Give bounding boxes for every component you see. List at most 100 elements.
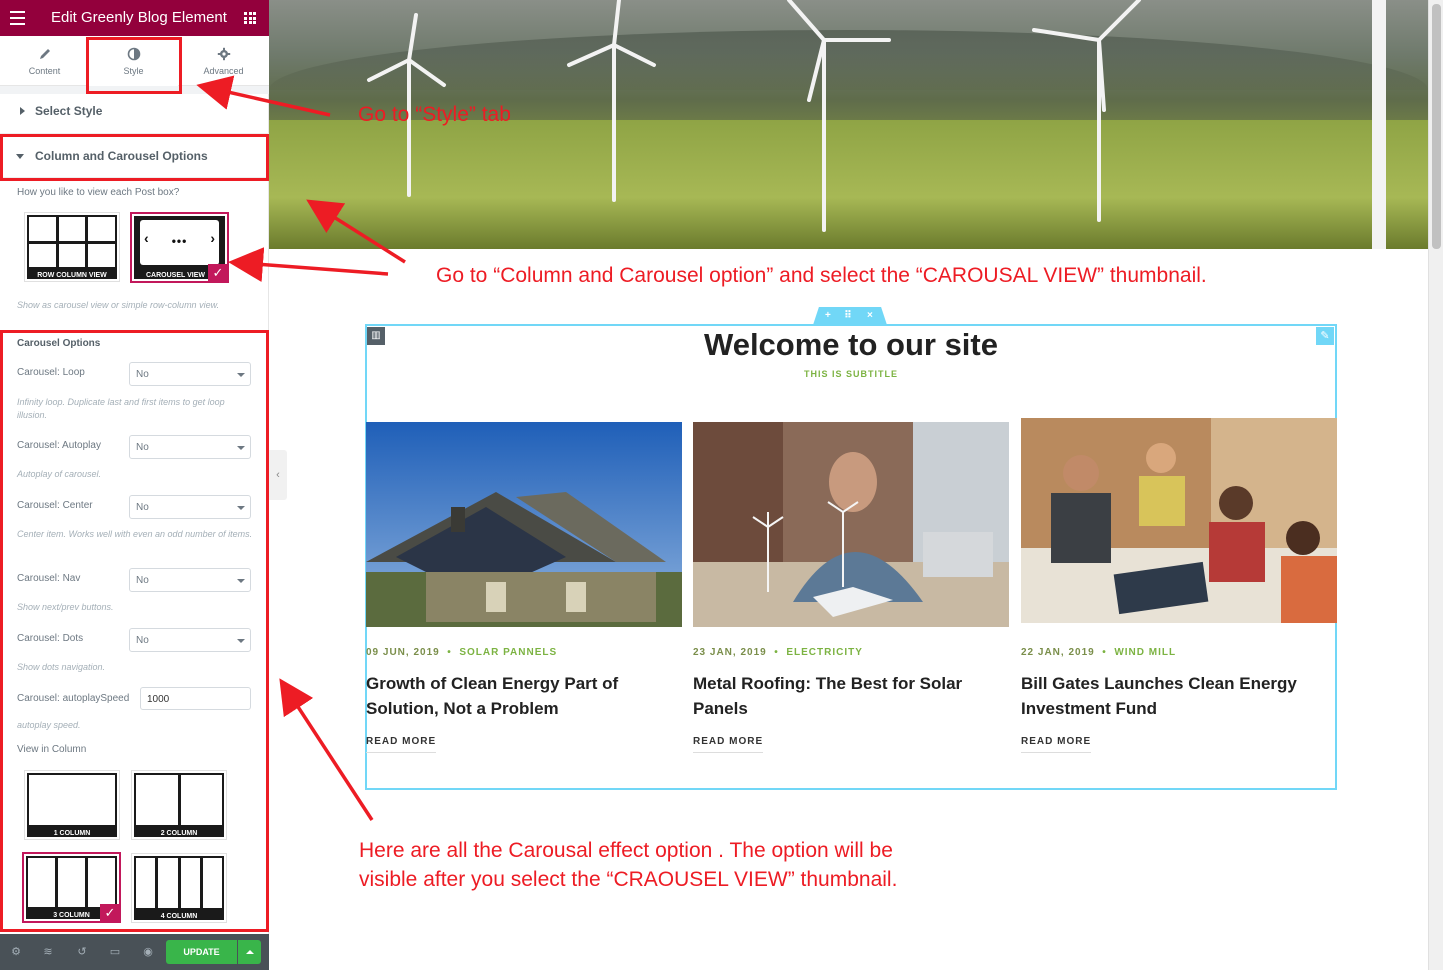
column-preview [29,775,115,825]
one-column-label: 1 COLUMN [53,830,91,837]
read-more-link[interactable]: READ MORE [693,736,764,753]
four-column-label: 4 COLUMN [160,913,198,920]
one-column-thumb[interactable]: 1 COLUMN [24,770,120,840]
gear-icon [217,47,230,61]
nav-select[interactable]: No [129,568,251,592]
post-meta: 22 JAN, 2019 • WIND MILL [1021,647,1177,658]
panel-tabs: Content Style Advanced [0,36,269,87]
section-column-carousel-label: Column and Carousel Options [35,149,208,163]
page-title: Welcome to our site [704,327,998,362]
widgets-grid-icon[interactable] [244,12,256,24]
history-icon[interactable]: ↺ [75,945,89,959]
dropdown-arrow-icon [237,446,245,450]
loop-select[interactable]: No [129,362,251,386]
sidebar-title: Edit Greenly Blog Element [51,9,227,26]
post-image-team-meeting[interactable] [1021,418,1337,623]
settings-icon[interactable]: ⚙ [9,945,23,959]
preview-eye-icon[interactable]: ◉ [141,945,155,959]
dots-select[interactable]: No [129,628,251,652]
layers-icon[interactable]: ≋ [41,945,55,959]
annotation-column-carousel: Go to “Column and Carousel option” and s… [436,264,1207,287]
annotation-line-1: Here are all the Carousal effect option … [359,839,893,862]
three-column-thumb[interactable]: 3 COLUMN ✓ [22,852,121,923]
four-column-thumb[interactable]: 4 COLUMN [131,853,227,923]
dots-icon: ••• [171,234,188,248]
loop-label: Carousel: Loop [17,367,85,378]
autoplay-speed-input[interactable]: 1000 [140,687,251,710]
row-column-view-thumb[interactable]: ROW COLUMN VIEW [24,212,120,282]
tab-advanced[interactable]: Advanced [179,36,268,86]
post-image-solar-house[interactable] [366,422,682,627]
dropdown-arrow-icon [237,506,245,510]
two-column-label: 2 COLUMN [160,830,198,837]
nav-hint: Show next/prev buttons. [17,602,114,612]
post-category[interactable]: SOLAR PANNELS [459,647,557,658]
post-title[interactable]: Growth of Clean Energy Part of Solution,… [366,671,666,721]
view-question: How you like to view each Post box? [17,187,180,198]
update-options-caret-icon[interactable] [238,940,261,964]
update-button[interactable]: UPDATE [166,940,237,964]
carousel-view-thumb[interactable]: ‹ ••• › CAROUSEL VIEW ✓ [130,212,229,283]
tab-advanced-label: Advanced [203,66,244,76]
check-icon: ✓ [100,904,120,922]
column-preview [136,858,222,908]
sidebar-header: Edit Greenly Blog Element [0,0,269,36]
dots-value: No [136,635,149,646]
read-more-link[interactable]: READ MORE [1021,736,1092,753]
loop-value: No [136,369,149,380]
carousel-options-title: Carousel Options [17,338,101,349]
tab-style[interactable]: Style [89,36,178,87]
autoplay-speed-label: Carousel: autoplaySpeed [17,693,130,704]
section-handle[interactable]: + ⠿ × [813,307,887,325]
add-section-icon[interactable]: + [825,310,831,321]
post-category[interactable]: ELECTRICITY [786,647,863,658]
post-date: 23 JAN, 2019 [693,647,767,658]
tab-style-label: Style [123,66,144,76]
center-select[interactable]: No [129,495,251,519]
post-title[interactable]: Bill Gates Launches Clean Energy Investm… [1021,671,1321,721]
half-circle-icon [127,47,140,61]
hamburger-menu-icon[interactable] [10,11,25,25]
scrollbar-thumb[interactable] [1432,4,1441,249]
caret-right-icon [20,107,25,115]
loop-hint: Infinity loop. Duplicate last and first … [17,397,225,420]
man-with-turbine-models-image [693,422,1009,627]
post-date: 09 JUN, 2019 [366,647,440,658]
center-hint: Center item. Works well with even an odd… [17,529,253,539]
tab-content-label: Content [28,66,61,76]
dropdown-arrow-icon [237,579,245,583]
view-in-column-label: View in Column [17,744,87,755]
chevron-right-icon: › [210,230,215,246]
post-image-man-with-turbines[interactable] [693,422,1009,627]
autoplay-label: Carousel: Autoplay [17,440,101,451]
dots-label: Carousel: Dots [17,633,84,644]
check-icon: ✓ [208,264,228,282]
row-column-grid [29,217,115,267]
responsive-icon[interactable]: ▭ [108,945,122,959]
pencil-icon [39,49,50,59]
dropdown-arrow-icon [237,639,245,643]
tabs-divider [0,86,269,94]
section-select-style-label: Select Style [35,104,103,118]
post-category[interactable]: WIND MILL [1114,647,1176,658]
screenshot-root: Edit Greenly Blog Element Content Style … [0,0,1443,970]
nav-label: Carousel: Nav [17,573,81,584]
solar-house-image [366,422,682,627]
chevron-left-icon: ‹ [276,469,280,481]
annotation-style-tab: Go to “Style” tab [358,103,511,126]
two-column-thumb[interactable]: 2 COLUMN [131,770,227,840]
collapse-panel-handle[interactable]: ‹ [269,450,287,500]
caret-down-icon [16,154,24,159]
read-more-link[interactable]: READ MORE [366,736,437,753]
autoplay-select[interactable]: No [129,435,251,459]
section-column-carousel[interactable]: Column and Carousel Options [0,138,269,178]
section-select-style[interactable]: Select Style [0,94,269,134]
tab-content[interactable]: Content [0,36,89,86]
close-section-icon[interactable]: × [867,310,873,321]
dropdown-arrow-icon [237,373,245,377]
carousel-preview: ‹ ••• › [140,220,219,265]
drag-section-icon[interactable]: ⠿ [844,310,852,321]
post-title[interactable]: Metal Roofing: The Best for Solar Panels [693,671,993,721]
canvas-scrollbar[interactable] [1428,0,1443,970]
page-subtitle: THIS IS SUBTITLE [803,369,898,379]
